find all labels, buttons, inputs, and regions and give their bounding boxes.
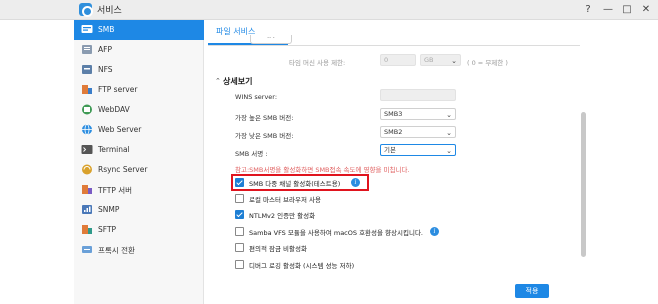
sidebar-item-smb[interactable]: SMB: [74, 20, 204, 40]
main-panel: 파일 서비스 ·· · 타임 머신 사용 제한: 0 GB ⌄ ( 0 = 무제…: [205, 20, 658, 304]
wins-server-label: WINS server:: [235, 93, 278, 101]
sidebar-item-rsync-server[interactable]: Rsync Server: [74, 160, 204, 180]
sidebar-item-ftp-server[interactable]: FTP server: [74, 80, 204, 100]
nfs-icon: [82, 65, 92, 74]
sidebar-item-sftp[interactable]: SFTP: [74, 220, 204, 240]
sidebar-item-label: Web Server: [98, 125, 142, 134]
sidebar-item-tftp[interactable]: TFTP 서버: [74, 180, 204, 200]
sidebar-item-label: SFTP: [98, 225, 117, 234]
smb-signing-warning: 참고:SMB서명을 활성화하면 SMB접속 속도에 영향을 미칩니다.: [235, 166, 410, 174]
sidebar-item-label: Rsync Server: [98, 165, 148, 174]
timemachine-hint: ( 0 = 무제한 ): [467, 59, 508, 67]
timemachine-unit-select[interactable]: GB ⌄: [420, 54, 461, 66]
sidebar-item-label: Terminal: [98, 145, 130, 154]
web-server-icon: [82, 124, 92, 135]
chevron-down-icon: ⌄: [446, 147, 452, 155]
sidebar-item-webdav[interactable]: WebDAV: [74, 100, 204, 120]
tab-divider: [208, 45, 580, 46]
checkbox[interactable]: [235, 243, 244, 252]
smb-signing-select[interactable]: 기본 ⌄: [380, 144, 456, 156]
scrollbar-thumb[interactable]: [581, 112, 586, 257]
app-logo-icon: [79, 3, 93, 17]
max-smb-select[interactable]: SMB3 ⌄: [380, 108, 456, 120]
snmp-icon: [82, 205, 92, 214]
sidebar-item-terminal[interactable]: Terminal: [74, 140, 204, 160]
sidebar-item-label: 프록시 전환: [98, 246, 135, 255]
smb-signing-label: SMB 서명 :: [235, 150, 268, 158]
sftp-icon: [82, 225, 92, 234]
checkbox[interactable]: [235, 260, 244, 269]
terminal-icon: [81, 145, 93, 154]
timemachine-value: 0: [384, 56, 389, 64]
tftp-icon: [82, 185, 92, 194]
help-button[interactable]: ?: [582, 3, 594, 16]
maximize-button[interactable]: □: [621, 3, 633, 16]
smb-icon: [81, 25, 93, 33]
option-label: NTLMv2 인증만 활성화: [249, 212, 316, 220]
sidebar-item-label: NFS: [98, 65, 113, 74]
sidebar-item-label: TFTP 서버: [98, 186, 133, 195]
sidebar-item-label: SNMP: [98, 205, 120, 214]
sidebar-item-label: FTP server: [98, 85, 138, 94]
sidebar: SMB AFP NFS FTP server WebDAV Web Server…: [74, 20, 204, 304]
min-smb-value: SMB2: [384, 128, 403, 136]
option-label: 로컬 마스터 브라우저 사용: [249, 196, 321, 204]
wins-server-input[interactable]: [380, 89, 456, 101]
chevron-down-icon: ⌄: [451, 57, 457, 65]
max-smb-value: SMB3: [384, 110, 403, 118]
timemachine-unit: GB: [424, 56, 434, 64]
option-disable-oplocks[interactable]: 편의적 잠금 비활성화: [235, 242, 435, 254]
webdav-icon: [82, 104, 92, 115]
timemachine-value-input[interactable]: 0: [380, 54, 416, 66]
min-smb-label: 가장 낮은 SMB 버전:: [235, 132, 294, 140]
sidebar-item-label: SMB: [98, 25, 115, 34]
min-smb-select[interactable]: SMB2 ⌄: [380, 126, 456, 138]
option-label: 편의적 잠금 비활성화: [249, 245, 307, 253]
sidebar-item-snmp[interactable]: SNMP: [74, 200, 204, 220]
highlight-box: [231, 174, 369, 191]
chevron-down-icon: ⌄: [446, 129, 452, 137]
proxy-icon: [82, 246, 92, 253]
afp-icon: [82, 45, 92, 54]
checkbox[interactable]: [235, 227, 244, 236]
sidebar-item-afp[interactable]: AFP: [74, 40, 204, 60]
close-button[interactable]: ✕: [640, 3, 652, 16]
rsync-icon: [82, 164, 92, 175]
title-bar: 서비스 ? — □ ✕: [0, 0, 658, 20]
option-samba-vfs[interactable]: Samba VFS 모듈을 사용하여 macOS 호환성을 향상시킵니다. i: [235, 226, 455, 238]
max-smb-label: 가장 높은 SMB 버전:: [235, 114, 294, 122]
section-title-advanced[interactable]: 상세보기: [223, 76, 252, 87]
smb-signing-value: 기본: [384, 146, 396, 154]
sidebar-item-proxy[interactable]: 프록시 전환: [74, 240, 204, 260]
sidebar-item-label: AFP: [98, 45, 112, 54]
option-local-master-browser[interactable]: 로컬 마스터 브라우저 사용: [235, 193, 435, 205]
ftp-icon: [82, 85, 92, 94]
timemachine-limit-label: 타임 머신 사용 제한:: [289, 59, 346, 67]
minimize-button[interactable]: —: [602, 3, 614, 16]
sidebar-item-web-server[interactable]: Web Server: [74, 120, 204, 140]
window-title: 서비스: [97, 6, 122, 16]
chevron-down-icon: ⌄: [446, 111, 452, 119]
sidebar-item-nfs[interactable]: NFS: [74, 60, 204, 80]
option-ntlmv2-only[interactable]: NTLMv2 인증만 활성화: [235, 209, 435, 221]
option-label: 디버그 로깅 활성화 (시스템 성능 저하): [249, 262, 355, 270]
checkbox[interactable]: [235, 194, 244, 203]
sidebar-item-label: WebDAV: [98, 105, 130, 114]
option-debug-logging[interactable]: 디버그 로깅 활성화 (시스템 성능 저하): [235, 259, 435, 271]
partial-button[interactable]: ·· ·: [250, 35, 292, 44]
checkbox[interactable]: [235, 210, 244, 219]
apply-button[interactable]: 적용: [515, 284, 549, 298]
info-icon[interactable]: i: [430, 227, 439, 236]
option-label: Samba VFS 모듈을 사용하여 macOS 호환성을 향상시킵니다.: [249, 229, 424, 237]
collapse-caret-icon[interactable]: ⌃: [215, 77, 221, 85]
